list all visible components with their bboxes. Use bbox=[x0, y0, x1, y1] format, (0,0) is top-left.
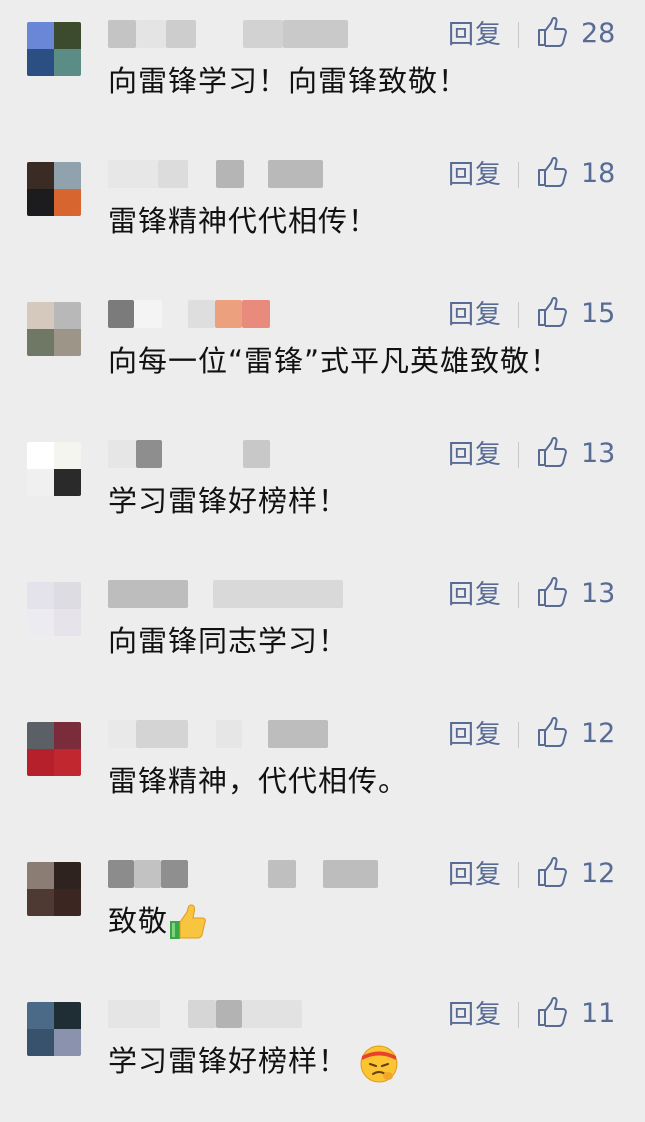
divider bbox=[518, 1002, 519, 1028]
blurred-username bbox=[108, 720, 378, 748]
thumbs-up-icon bbox=[538, 17, 567, 47]
comment-text: 学习雷锋好榜样！ bbox=[108, 484, 349, 518]
comment-text: 向雷锋同志学习！ bbox=[108, 624, 349, 658]
divider bbox=[518, 862, 519, 888]
avatar[interactable] bbox=[27, 162, 81, 216]
divider bbox=[518, 22, 519, 48]
avatar[interactable] bbox=[27, 862, 81, 916]
comment-text: 雷锋精神，代代相传。 bbox=[108, 764, 409, 798]
reply-button[interactable]: 回复 bbox=[448, 298, 502, 332]
like-count: 12 bbox=[581, 858, 616, 889]
divider bbox=[518, 582, 519, 608]
like-count: 12 bbox=[581, 718, 616, 749]
comment-text: 学习雷锋好榜样！ bbox=[108, 1040, 400, 1084]
comment-text: 致敬 bbox=[108, 900, 208, 943]
divider bbox=[518, 722, 519, 748]
thumbs-up-icon bbox=[538, 157, 567, 187]
reply-button[interactable]: 回复 bbox=[448, 18, 502, 52]
comment-item: 学习雷锋好榜样！ 回复 13 bbox=[0, 420, 645, 560]
blurred-username bbox=[108, 20, 378, 48]
blurred-username bbox=[108, 440, 378, 468]
reply-button[interactable]: 回复 bbox=[448, 718, 502, 752]
comment-item: 向雷锋同志学习！ 回复 13 bbox=[0, 560, 645, 700]
like-count: 18 bbox=[581, 158, 616, 189]
comment-item: 雷锋精神，代代相传。 回复 12 bbox=[0, 700, 645, 840]
reply-button[interactable]: 回复 bbox=[448, 998, 502, 1032]
like-count: 13 bbox=[581, 438, 616, 469]
avatar[interactable] bbox=[27, 722, 81, 776]
thumbs-up-icon bbox=[538, 577, 567, 607]
divider bbox=[518, 162, 519, 188]
blurred-username bbox=[108, 1000, 378, 1028]
comment-item: 向每一位“雷锋”式平凡英雄致敬！ 回复 15 bbox=[0, 280, 645, 420]
comment-text: 雷锋精神代代相传！ bbox=[108, 204, 379, 238]
avatar[interactable] bbox=[27, 22, 81, 76]
like-count: 13 bbox=[581, 578, 616, 609]
thumbs-up-emoji-icon bbox=[170, 904, 206, 939]
comment-item: 雷锋精神代代相传！ 回复 18 bbox=[0, 140, 645, 280]
comment-list: 向雷锋学习！向雷锋致敬！ 回复 28 雷锋精神代代相传！ 回复 18 向每一位“… bbox=[0, 0, 645, 1122]
blurred-username bbox=[108, 160, 378, 188]
avatar[interactable] bbox=[27, 442, 81, 496]
divider bbox=[518, 442, 519, 468]
thumbs-up-icon bbox=[538, 997, 567, 1027]
comment-text-body: 学习雷锋好榜样！ bbox=[108, 1044, 349, 1078]
reply-button[interactable]: 回复 bbox=[448, 858, 502, 892]
blurred-username bbox=[108, 580, 378, 608]
like-count: 11 bbox=[581, 998, 616, 1029]
avatar[interactable] bbox=[27, 302, 81, 356]
reply-button[interactable]: 回复 bbox=[448, 158, 502, 192]
thumbs-up-icon bbox=[538, 297, 567, 327]
blurred-username bbox=[108, 860, 378, 888]
comment-item: 向雷锋学习！向雷锋致敬！ 回复 28 bbox=[0, 0, 645, 140]
comment-text-body: 致敬 bbox=[108, 904, 169, 938]
reply-button[interactable]: 回复 bbox=[448, 578, 502, 612]
reply-button[interactable]: 回复 bbox=[448, 438, 502, 472]
avatar[interactable] bbox=[27, 1002, 81, 1056]
thumbs-up-icon bbox=[538, 857, 567, 887]
comment-text: 向每一位“雷锋”式平凡英雄致敬！ bbox=[108, 344, 561, 378]
divider bbox=[518, 302, 519, 328]
determined-face-emoji-icon bbox=[360, 1045, 398, 1083]
like-count: 15 bbox=[581, 298, 616, 329]
comment-item: 致敬 回复 12 bbox=[0, 840, 645, 980]
thumbs-up-icon bbox=[538, 437, 567, 467]
like-count: 28 bbox=[581, 18, 616, 49]
comment-text: 向雷锋学习！向雷锋致敬！ bbox=[108, 64, 469, 98]
comment-item: 学习雷锋好榜样！ 回复 11 bbox=[0, 980, 645, 1120]
avatar[interactable] bbox=[27, 582, 81, 636]
thumbs-up-icon bbox=[538, 717, 567, 747]
blurred-username bbox=[108, 300, 378, 328]
